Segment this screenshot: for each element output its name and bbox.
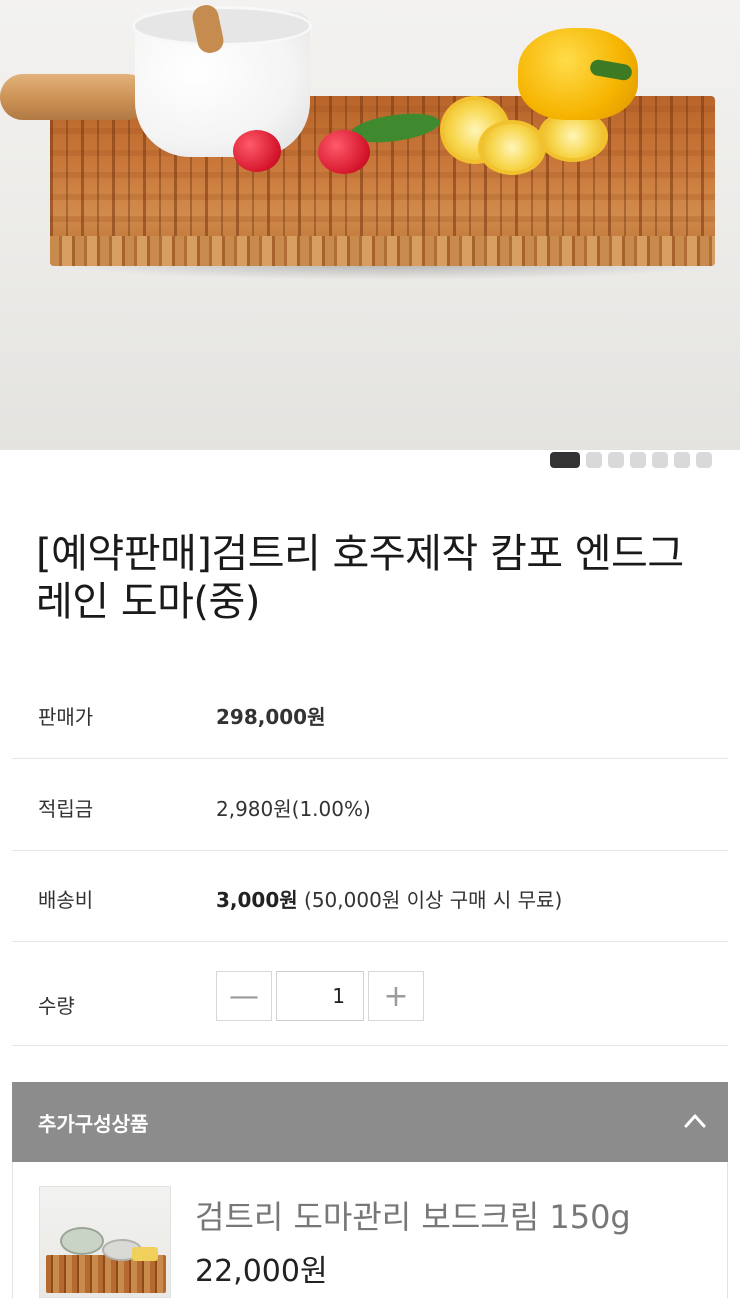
thumbnail-wax-bar [132,1247,158,1261]
price-label: 판매가 [38,705,94,729]
quantity-stepper: — + [216,971,424,1021]
carousel-dot[interactable] [586,452,602,468]
addon-section-header[interactable]: 추가구성상품 [12,1082,728,1162]
quantity-increase-button[interactable]: + [368,971,424,1021]
price-value: 298,000원 [216,705,326,729]
addon-section-title: 추가구성상품 [38,1112,149,1136]
minus-icon: — [229,978,259,1014]
addon-item-name[interactable]: 검트리 도마관리 보드크림 150g [195,1192,631,1238]
price-row: 판매가 298,000원 [12,668,728,759]
carousel-dot[interactable] [674,452,690,468]
carousel-dot[interactable] [608,452,624,468]
product-title: [예약판매]검트리 호주제작 캄포 엔드그레인 도마(중) [36,531,684,625]
shipping-value: 3,000원 (50,000원 이상 구매 시 무료) [216,884,562,913]
quantity-input[interactable] [276,971,364,1021]
product-info-table: 판매가 298,000원 적립금 2,980원(1.00%) 배송비 3,000… [12,668,728,1046]
addon-item-price: 22,000원 [195,1254,328,1289]
cutting-board-edge [50,236,715,266]
chevron-up-icon[interactable] [684,1110,706,1132]
shipping-fee: 3,000원 [216,888,298,912]
quantity-label: 수량 [38,994,75,1018]
carousel-dot[interactable] [696,452,712,468]
points-row: 적립금 2,980원(1.00%) [12,759,728,851]
shipping-label: 배송비 [38,888,94,912]
lemon-slice [478,120,546,175]
radish [233,130,281,172]
plus-icon: + [383,978,409,1014]
pot-handle [0,74,150,120]
quantity-row: 수량 — + [12,942,728,1046]
carousel-dot-active[interactable] [550,452,580,468]
quantity-decrease-button[interactable]: — [216,971,272,1021]
points-value: 2,980원(1.00%) [216,797,371,821]
product-image[interactable] [0,0,740,450]
shipping-row: 배송비 3,000원 (50,000원 이상 구매 시 무료) [12,851,728,942]
carousel-dot[interactable] [652,452,668,468]
carousel-pagination [550,452,712,468]
thumbnail-cream-tin [60,1227,104,1255]
radish [318,130,370,174]
addon-item[interactable]: 검트리 도마관리 보드크림 150g 22,000원 [12,1162,728,1298]
carousel-dot[interactable] [630,452,646,468]
shipping-note: (50,000원 이상 구매 시 무료) [297,888,563,912]
points-label: 적립금 [38,797,94,821]
addon-item-thumbnail[interactable] [39,1186,171,1298]
